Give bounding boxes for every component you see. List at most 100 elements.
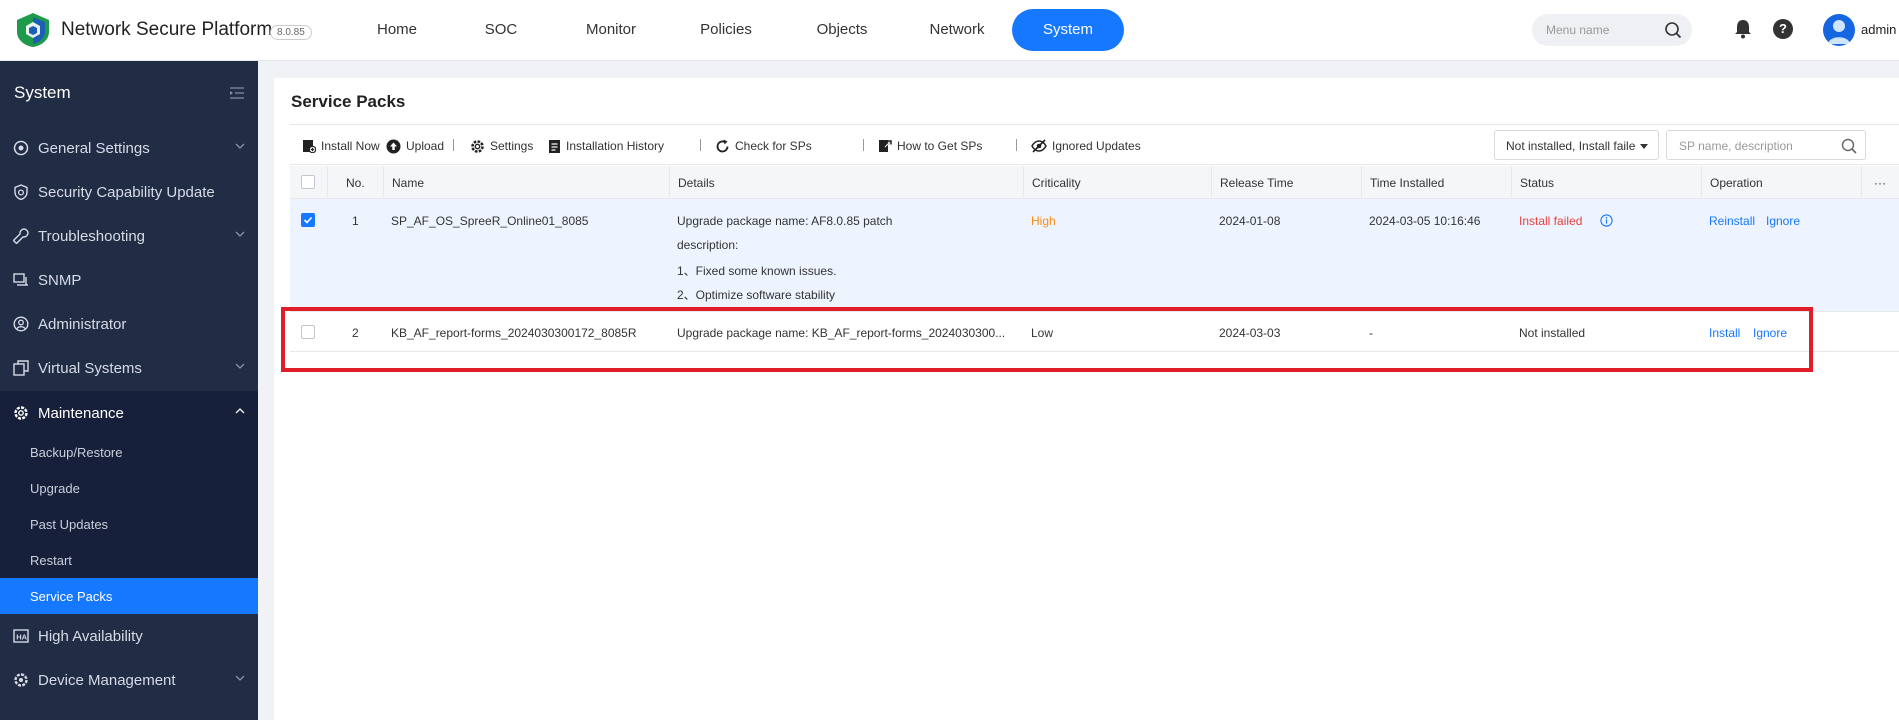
info-icon[interactable] xyxy=(1600,214,1613,227)
avatar[interactable] xyxy=(1823,14,1855,46)
chevron-up-icon xyxy=(235,408,245,414)
header-name[interactable]: Name xyxy=(383,166,669,199)
settings-button[interactable]: Settings xyxy=(470,138,533,154)
reinstall-link[interactable]: Reinstall xyxy=(1709,214,1755,228)
ignore-link[interactable]: Ignore xyxy=(1753,326,1787,340)
sidebar-item-device-management[interactable]: Device Management xyxy=(0,658,258,702)
maintenance-gear-icon xyxy=(14,406,28,420)
select-all-checkbox[interactable] xyxy=(301,175,315,189)
nav-monitor[interactable]: Monitor xyxy=(552,9,670,51)
status-filter-value: Not installed, Install failed, Ro xyxy=(1506,139,1636,153)
row-checkbox[interactable] xyxy=(301,213,315,227)
nav-policies[interactable]: Policies xyxy=(670,9,782,51)
svg-text:HA: HA xyxy=(16,633,27,642)
help-icon[interactable]: ? xyxy=(1773,19,1793,39)
eye-off-icon xyxy=(1031,139,1047,153)
sidebar-item-troubleshooting[interactable]: Troubleshooting xyxy=(0,214,258,258)
status-filter-select[interactable]: Not installed, Install failed, Ro xyxy=(1494,130,1659,160)
how-to-get-sps-label: How to Get SPs xyxy=(897,139,983,153)
header-details[interactable]: Details xyxy=(669,166,1023,199)
sidebar-sub-service-packs[interactable]: Service Packs xyxy=(0,578,258,614)
sidebar-sub-label: Past Updates xyxy=(30,517,109,532)
sidebar-sub-past-updates[interactable]: Past Updates xyxy=(0,506,258,542)
sidebar-item-label: Virtual Systems xyxy=(38,360,142,377)
snmp-icon xyxy=(13,273,28,286)
sidebar-item-label: Security Capability Update xyxy=(38,184,215,201)
sp-search-input[interactable] xyxy=(1679,138,1839,154)
page-title: Service Packs xyxy=(291,92,406,111)
nav-home[interactable]: Home xyxy=(344,9,450,51)
install-now-button[interactable]: Install Now xyxy=(302,138,380,154)
how-to-get-sps-button[interactable]: How to Get SPs xyxy=(878,138,982,154)
nav-system[interactable]: System xyxy=(1012,9,1124,51)
check-for-sps-button[interactable]: Check for SPs xyxy=(715,138,812,154)
device-gear-icon xyxy=(14,673,28,687)
row-release-time: 2024-01-08 xyxy=(1219,214,1281,228)
sidebar-item-label: Device Management xyxy=(38,672,176,689)
search-icon[interactable] xyxy=(1664,21,1682,39)
sidebar-sub-label: Service Packs xyxy=(30,589,113,604)
sidebar-item-label: Maintenance xyxy=(38,405,124,422)
menu-search-input[interactable] xyxy=(1546,22,1656,38)
row-details: Upgrade package name: KB_AF_report-forms… xyxy=(677,326,1006,340)
sidebar-item-high-availability[interactable]: HA High Availability xyxy=(0,614,258,658)
checkmark-icon xyxy=(303,216,313,224)
header-release-time[interactable]: Release Time xyxy=(1211,166,1361,199)
header-time-installed[interactable]: Time Installed xyxy=(1361,166,1511,199)
search-icon[interactable] xyxy=(1841,138,1857,154)
main-panel: Service Packs Install Now Upload Setting… xyxy=(274,78,1899,720)
install-icon xyxy=(303,140,316,153)
column-settings-button[interactable]: ··· xyxy=(1861,166,1899,199)
virtual-system-icon xyxy=(13,360,29,376)
row-checkbox[interactable] xyxy=(301,325,315,339)
top-bar: Network Secure Platform 8.0.85 Home SOC … xyxy=(0,0,1899,61)
refresh-icon xyxy=(716,139,729,152)
upload-icon xyxy=(386,139,401,153)
sidebar-item-general-settings[interactable]: General Settings xyxy=(0,126,258,170)
row-criticality: Low xyxy=(1031,326,1054,340)
row-release-time: 2024-03-03 xyxy=(1219,326,1281,340)
table-row[interactable]: 2 KB_AF_report-forms_2024030300172_8085R… xyxy=(290,312,1899,352)
collapse-menu-icon[interactable] xyxy=(230,87,244,99)
sidebar-item-virtual-systems[interactable]: Virtual Systems xyxy=(0,346,258,390)
header-no[interactable]: No. xyxy=(327,166,383,199)
row-status: Not installed xyxy=(1519,326,1586,340)
bell-icon[interactable] xyxy=(1734,19,1752,39)
sidebar-item-label: Troubleshooting xyxy=(38,228,146,245)
ignore-link[interactable]: Ignore xyxy=(1766,214,1800,228)
chevron-down-icon xyxy=(235,143,245,149)
installation-history-label: Installation History xyxy=(566,139,665,153)
sidebar-item-administrator[interactable]: Administrator xyxy=(0,302,258,346)
main-nav: Home SOC Monitor Policies Objects Networ… xyxy=(344,9,1124,51)
details-line: Upgrade package name: AF8.0.85 patch xyxy=(677,214,893,228)
row-no: 2 xyxy=(352,326,359,340)
row-time-installed: 2024-03-05 10:16:46 xyxy=(1369,214,1481,228)
version-badge: 8.0.85 xyxy=(270,25,312,40)
chevron-down-icon xyxy=(235,363,245,369)
ignored-updates-button[interactable]: Ignored Updates xyxy=(1031,138,1141,154)
sidebar-item-snmp[interactable]: SNMP xyxy=(0,258,258,302)
sidebar-sub-restart[interactable]: Restart xyxy=(0,542,258,578)
sidebar-sub-upgrade[interactable]: Upgrade xyxy=(0,470,258,506)
install-link[interactable]: Install xyxy=(1709,326,1740,340)
username[interactable]: admin xyxy=(1861,22,1896,37)
upload-button[interactable]: Upload xyxy=(386,138,444,154)
row-time-installed: - xyxy=(1369,326,1373,340)
table-row[interactable]: 1 SP_AF_OS_SpreeR_Online01_8085 Upgrade … xyxy=(290,199,1899,312)
nav-soc[interactable]: SOC xyxy=(450,9,552,51)
shield-refresh-icon xyxy=(14,184,28,200)
caret-down-icon xyxy=(1640,144,1648,149)
header-criticality[interactable]: Criticality xyxy=(1023,166,1211,199)
installation-history-button[interactable]: Installation History xyxy=(548,138,664,154)
row-name: SP_AF_OS_SpreeR_Online01_8085 xyxy=(391,214,589,228)
nav-objects[interactable]: Objects xyxy=(782,9,902,51)
header-status[interactable]: Status xyxy=(1511,166,1701,199)
details-line: 2、Optimize software stability xyxy=(677,288,836,302)
install-now-label: Install Now xyxy=(321,139,380,153)
sidebar-item-maintenance[interactable]: Maintenance xyxy=(0,391,258,435)
sidebar-item-security-capability-update[interactable]: Security Capability Update xyxy=(0,170,258,214)
sidebar-sub-backup-restore[interactable]: Backup/Restore xyxy=(0,434,258,470)
table-header: No. Name Details Criticality Release Tim… xyxy=(290,166,1899,199)
nav-network[interactable]: Network xyxy=(902,9,1012,51)
row-criticality: High xyxy=(1031,214,1056,228)
